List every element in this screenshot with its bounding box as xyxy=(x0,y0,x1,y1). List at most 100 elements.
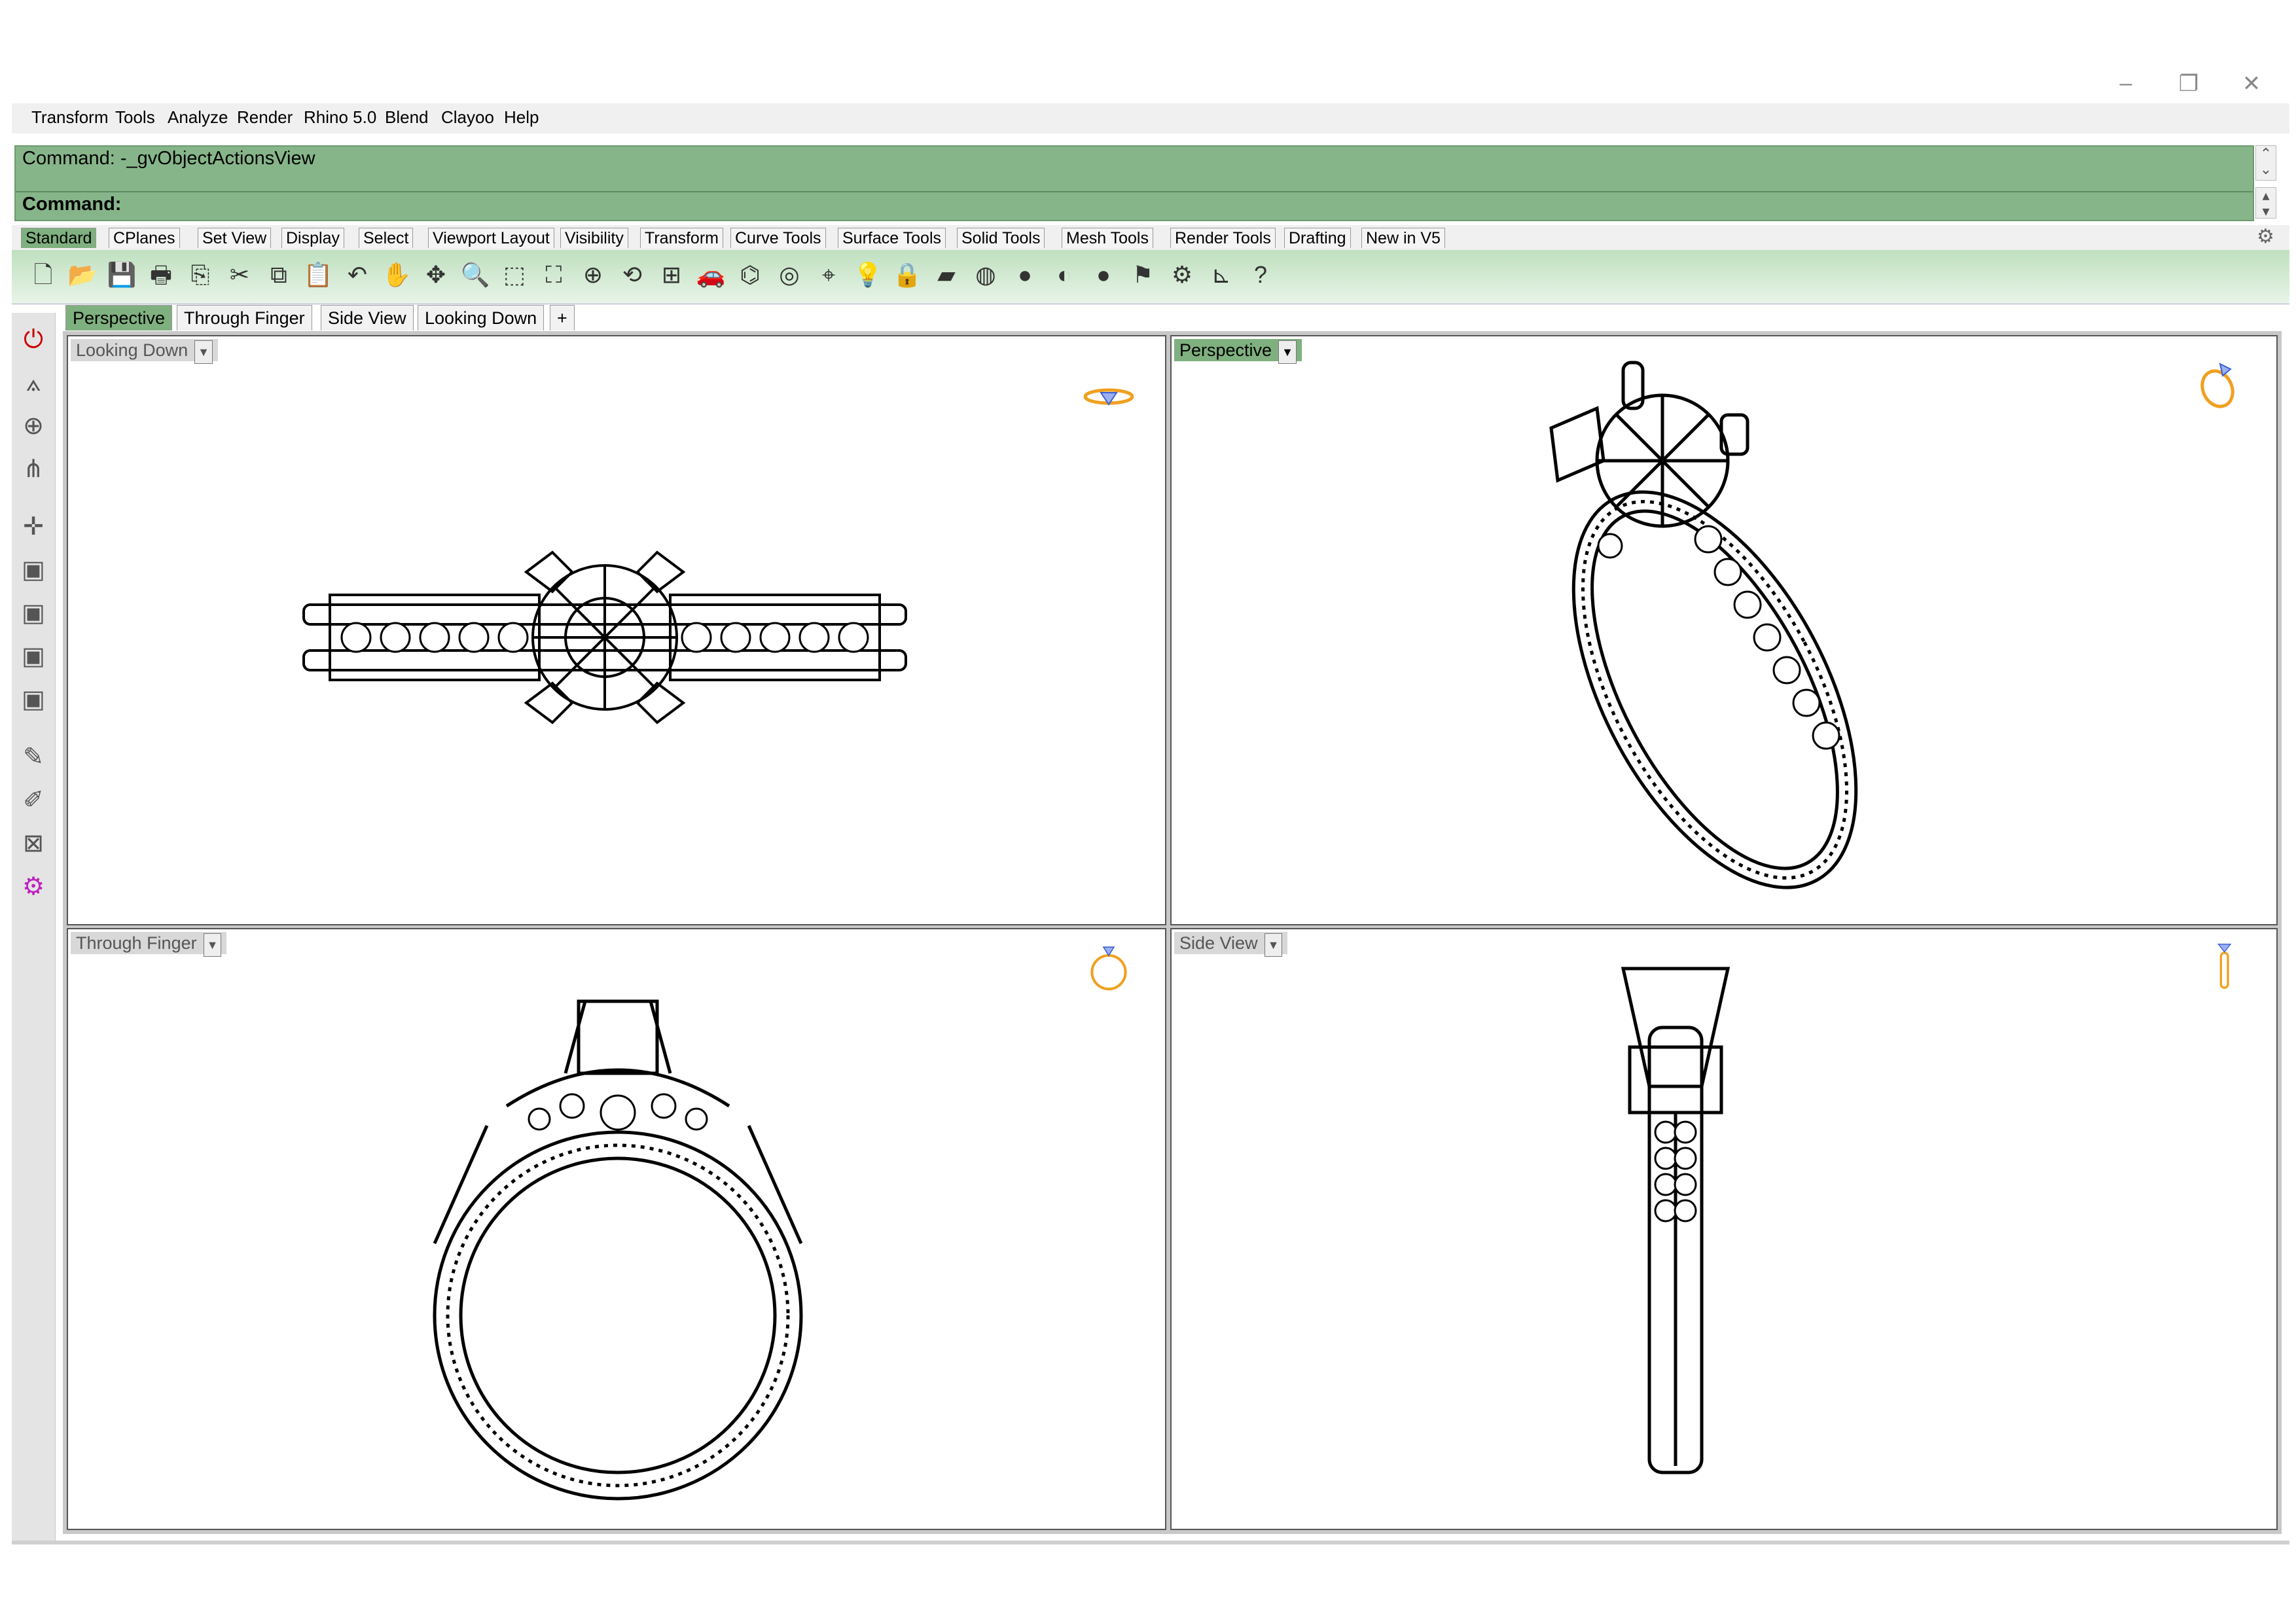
triangle-nodes-icon[interactable]: ⋔ xyxy=(16,452,51,487)
close-button[interactable]: ✕ xyxy=(2232,71,2271,97)
shaded-sphere-icon[interactable]: ● xyxy=(1009,259,1041,291)
box-icon-4[interactable]: ▣ xyxy=(16,682,51,717)
lock-icon[interactable]: 🔒 xyxy=(891,259,923,291)
layers-icon[interactable]: ▰ xyxy=(931,259,962,291)
rendered-sphere-icon[interactable]: ◐ xyxy=(1049,259,1080,291)
zoom-extents-icon[interactable]: ⛶ xyxy=(538,259,569,291)
ring-perspective-gumball-icon xyxy=(2200,363,2234,408)
vtab-looking-down[interactable]: Looking Down xyxy=(418,305,545,330)
tab-render-tools[interactable]: Render Tools xyxy=(1170,228,1276,248)
ring-side-gumball-icon xyxy=(2217,944,2232,989)
brush-icon[interactable]: ✐ xyxy=(16,783,51,818)
viewport-looking-down[interactable]: Looking Down ▼ xyxy=(67,335,1166,925)
ring-front-gumball-icon xyxy=(1090,946,1127,991)
viewport-title[interactable]: Looking Down ▼ xyxy=(71,339,218,364)
tab-transform[interactable]: Transform xyxy=(640,228,723,248)
plane-icon[interactable]: ⟑ xyxy=(16,365,51,401)
menu-bar: Transform Tools Analyze Render Rhino 5.0… xyxy=(12,103,2289,134)
command-area: Command: -_gvObjectActionsView Command: xyxy=(14,145,2254,221)
import-icon[interactable]: ⎘ xyxy=(185,259,216,291)
globe-icon[interactable]: ⊕ xyxy=(16,408,51,444)
viewport-title[interactable]: Through Finger ▼ xyxy=(71,932,227,957)
color-wheel-icon[interactable]: ◍ xyxy=(970,259,1001,291)
menu-rhino[interactable]: Rhino 5.0 xyxy=(304,107,376,128)
zoom-icon[interactable]: 🔍 xyxy=(459,259,491,291)
cancel-box-icon[interactable]: ⊠ xyxy=(16,826,51,861)
box-icon-3[interactable]: ▣ xyxy=(16,639,51,674)
tab-mesh-tools[interactable]: Mesh Tools xyxy=(1062,228,1153,248)
menu-blend[interactable]: Blend xyxy=(385,107,429,128)
tab-solid-tools[interactable]: Solid Tools xyxy=(957,228,1045,248)
lamp-icon[interactable]: ⌬ xyxy=(734,259,766,291)
zoom-window-icon[interactable]: ⬚ xyxy=(499,259,530,291)
rotate-view-icon[interactable]: ⟲ xyxy=(617,259,648,291)
car-icon[interactable]: 🚗 xyxy=(695,259,726,291)
pan-hand-icon[interactable]: ✋ xyxy=(381,259,412,291)
toolbar-tab-strip: Standard CPlanes Set View Display Select… xyxy=(12,225,2289,250)
tab-viewport-layout[interactable]: Viewport Layout xyxy=(428,228,554,248)
zoom-selected-icon[interactable]: ⊕ xyxy=(577,259,609,291)
copy-icon[interactable]: ⧉ xyxy=(263,259,295,291)
status-divider xyxy=(12,1541,2289,1544)
tab-drafting[interactable]: Drafting xyxy=(1284,228,1351,248)
vtab-through-finger[interactable]: Through Finger xyxy=(177,305,312,330)
history-scrollbar[interactable]: ⌃ ⌄ xyxy=(2255,145,2276,181)
menu-transform[interactable]: Transform xyxy=(31,107,109,128)
tab-surface-tools[interactable]: Surface Tools xyxy=(838,228,946,248)
move-view-icon[interactable]: ✥ xyxy=(420,259,452,291)
box-icon-2[interactable]: ▣ xyxy=(16,596,51,631)
standard-toolbar: 🗋 📂 💾 🖶 ⎘ ✂ ⧉ 📋 ↶ ✋ ✥ 🔍 ⬚ ⛶ ⊕ ⟲ ⊞ 🚗 ⌬ ◎ ⌖ 💡 🔒 ▰ ◍ ● ◐ ● ⚑ ⚙ ⊾? xyxy=(12,250,2289,304)
pen-icon[interactable]: ✎ xyxy=(16,740,51,775)
cut-icon[interactable]: ✂ xyxy=(224,259,255,291)
menu-help[interactable]: Help xyxy=(504,107,539,128)
vtab-side-view[interactable]: Side View xyxy=(321,305,414,330)
open-file-icon[interactable]: 📂 xyxy=(67,259,98,291)
bulb-icon[interactable]: 💡 xyxy=(852,259,884,291)
viewport-through-finger[interactable]: Through Finger ▼ xyxy=(67,928,1166,1530)
save-icon[interactable]: 💾 xyxy=(106,259,137,291)
axes-icon[interactable]: ✛ xyxy=(16,509,51,544)
viewport-perspective[interactable]: Perspective ▼ xyxy=(1170,335,2278,925)
four-viewports-icon[interactable]: ⊞ xyxy=(656,259,687,291)
ring-perspective-drawing xyxy=(1549,361,1858,889)
new-file-icon[interactable]: 🗋 xyxy=(27,259,59,291)
tab-new-in-v5[interactable]: New in V5 xyxy=(1361,228,1445,248)
gear-settings-icon[interactable]: ⚙ xyxy=(1166,259,1198,291)
tab-curve-tools[interactable]: Curve Tools xyxy=(730,228,826,248)
print-icon[interactable]: 🖶 xyxy=(145,259,177,291)
circle-icon[interactable]: ◎ xyxy=(774,259,805,291)
blue-sphere-icon[interactable]: ● xyxy=(1088,259,1119,291)
add-viewport-tab[interactable]: + xyxy=(550,305,575,330)
viewport-side-view[interactable]: Side View ▼ xyxy=(1170,928,2278,1530)
prompt-scrollbar[interactable]: ▴ ▾ xyxy=(2255,187,2276,219)
tab-display[interactable]: Display xyxy=(281,228,344,248)
undo-icon[interactable]: ↶ xyxy=(342,259,373,291)
menu-analyze[interactable]: Analyze xyxy=(168,107,228,128)
dimension-icon[interactable]: ⊾ xyxy=(1206,259,1237,291)
ring-top-view-drawing xyxy=(302,550,907,724)
viewport-title[interactable]: Side View ▼ xyxy=(1174,932,1288,957)
viewport-title[interactable]: Perspective ▼ xyxy=(1174,339,1302,364)
tab-cplanes[interactable]: CPlanes xyxy=(109,228,180,248)
tab-set-view[interactable]: Set View xyxy=(198,228,272,248)
box-icon-1[interactable]: ▣ xyxy=(16,552,51,588)
menu-clayoo[interactable]: Clayoo xyxy=(441,107,494,128)
paste-icon[interactable]: 📋 xyxy=(302,259,334,291)
help-icon[interactable]: ? xyxy=(1245,259,1276,291)
stop-icon[interactable]: ⏻ xyxy=(16,322,51,357)
purple-gear-icon[interactable]: ⚙ xyxy=(16,869,51,904)
vtab-perspective[interactable]: Perspective xyxy=(65,305,173,330)
menu-tools[interactable]: Tools xyxy=(115,107,155,128)
tab-select[interactable]: Select xyxy=(359,228,414,248)
menu-render[interactable]: Render xyxy=(237,107,293,128)
tab-standard[interactable]: Standard xyxy=(21,228,97,248)
snap-icon[interactable]: ⌖ xyxy=(813,259,844,291)
ring-top-gumball-icon xyxy=(1083,388,1134,406)
restore-button[interactable]: ❐ xyxy=(2169,71,2208,97)
minimize-button[interactable]: – xyxy=(2106,71,2145,96)
flag-icon[interactable]: ⚑ xyxy=(1127,259,1158,291)
ring-side-view-drawing xyxy=(1621,967,1731,1474)
tab-visibility[interactable]: Visibility xyxy=(560,228,628,248)
toolbar-settings-icon[interactable]: ⚙ xyxy=(2257,225,2274,248)
command-prompt[interactable]: Command: xyxy=(22,194,121,215)
